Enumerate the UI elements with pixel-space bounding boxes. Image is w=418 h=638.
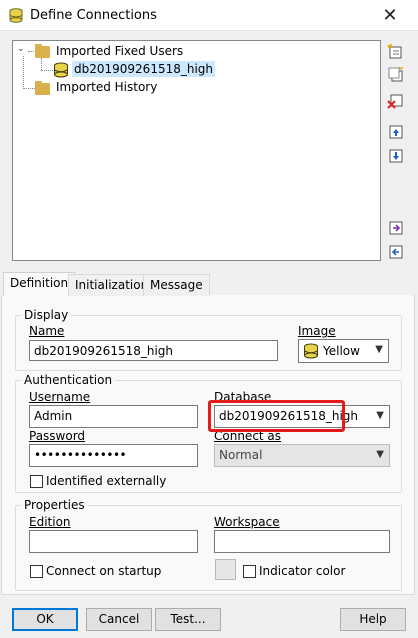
edition-input[interactable]	[29, 530, 198, 553]
database-icon	[53, 62, 69, 78]
tree-line	[23, 56, 24, 89]
database-icon	[303, 343, 319, 362]
tree-line	[41, 70, 53, 71]
chevron-down-icon: ▼	[376, 449, 384, 460]
new-connection-icon[interactable]	[387, 43, 405, 61]
export-icon[interactable]	[387, 243, 405, 261]
copy-connection-icon[interactable]	[387, 66, 405, 84]
indicator-color-swatch[interactable]	[215, 559, 236, 580]
tree-group-label[interactable]: Imported Fixed Users	[56, 44, 183, 58]
close-button[interactable]: ✕	[376, 3, 404, 29]
tree-line	[23, 88, 35, 89]
workspace-input[interactable]	[214, 530, 390, 553]
folder-icon	[35, 44, 50, 58]
import-icon[interactable]	[387, 219, 405, 237]
authentication-group-title: Authentication	[21, 373, 116, 387]
workspace-label: Workspace	[214, 515, 280, 529]
indicator-color-label: Indicator color	[259, 564, 346, 578]
identified-externally-checkbox[interactable]	[30, 475, 43, 488]
database-icon	[9, 8, 23, 23]
connect-as-select[interactable]: Normal ▼	[214, 444, 390, 467]
tab-definition[interactable]: Definition	[3, 272, 76, 296]
move-up-icon[interactable]	[387, 123, 405, 141]
display-group-title: Display	[21, 308, 72, 322]
edition-label: Edition	[29, 515, 71, 529]
window-title: Define Connections	[30, 8, 157, 23]
password-label: Password	[29, 429, 86, 443]
ok-button[interactable]: OK	[12, 608, 78, 631]
image-select[interactable]: Yellow ▼	[298, 339, 389, 363]
test-button[interactable]: Test...	[155, 608, 221, 631]
expand-toggle-icon[interactable]: ⌄	[17, 44, 25, 54]
image-select-value: Yellow	[323, 344, 360, 358]
move-down-icon[interactable]	[387, 147, 405, 165]
chevron-down-icon: ▼	[376, 410, 384, 421]
password-input[interactable]: ••••••••••••••	[29, 444, 198, 467]
tree-line	[41, 58, 42, 70]
indicator-color-checkbox[interactable]	[243, 565, 256, 578]
name-label: Name	[29, 324, 65, 338]
tree-connection-item[interactable]: db201909261518_high	[72, 61, 216, 77]
name-input[interactable]: db201909261518_high	[29, 340, 278, 361]
connect-as-value: Normal	[219, 448, 263, 462]
image-label: Image	[298, 324, 336, 338]
properties-group-title: Properties	[21, 498, 88, 512]
chevron-down-icon: ▼	[375, 344, 383, 355]
connect-on-startup-label: Connect on startup	[46, 564, 162, 578]
identified-externally-label: Identified externally	[46, 474, 167, 488]
help-button[interactable]: Help	[340, 608, 406, 631]
connect-on-startup-checkbox[interactable]	[30, 565, 43, 578]
folder-icon	[35, 81, 50, 95]
cancel-button[interactable]: Cancel	[86, 608, 152, 631]
tree-group-label[interactable]: Imported History	[56, 80, 157, 94]
delete-connection-icon[interactable]	[387, 92, 405, 110]
username-label: Username	[29, 390, 91, 404]
username-input[interactable]: Admin	[29, 405, 198, 428]
tab-message[interactable]: Message	[143, 274, 210, 296]
highlight-annotation	[208, 400, 345, 432]
